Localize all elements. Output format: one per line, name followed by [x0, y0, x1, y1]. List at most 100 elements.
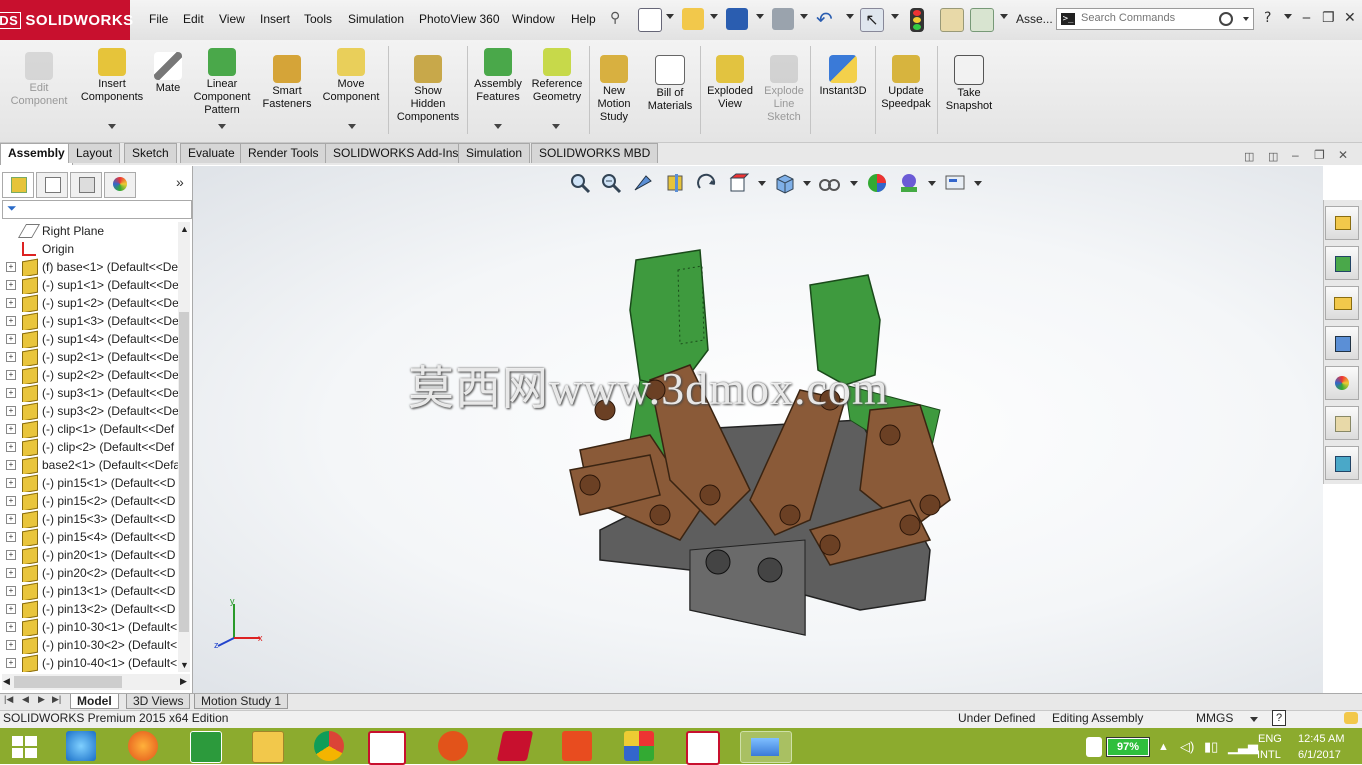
update-speedpak-button[interactable]: Update Speedpak — [878, 55, 934, 111]
expand-plus-icon[interactable]: + — [6, 622, 16, 632]
expand-plus-icon[interactable]: + — [6, 388, 16, 398]
tree-item[interactable]: + base2<1> (Default<<Defa — [0, 456, 180, 474]
explode-line-sketch-button[interactable]: Explode Line Sketch — [760, 55, 808, 124]
tab-layout[interactable]: Layout — [68, 143, 121, 163]
expand-plus-icon[interactable]: + — [6, 658, 16, 668]
menu-edit[interactable]: Edit — [183, 12, 204, 26]
assembly-features-dropdown-arrow[interactable] — [494, 124, 502, 129]
hide-show-items-icon[interactable] — [818, 172, 840, 194]
expand-plus-icon[interactable]: + — [6, 478, 16, 488]
menu-window[interactable]: Window — [512, 12, 555, 26]
view-orientation-dropdown-arrow[interactable] — [758, 181, 766, 186]
expand-plus-icon[interactable]: + — [6, 586, 16, 596]
scroll-down-arrow-icon[interactable]: ▼ — [180, 660, 189, 670]
print-icon[interactable] — [772, 8, 794, 30]
expand-plus-icon[interactable]: + — [6, 406, 16, 416]
tree-item[interactable]: + (-) pin15<4> (Default<<D — [0, 528, 180, 546]
tab-simulation[interactable]: Simulation — [458, 143, 531, 163]
defender-shield-icon[interactable] — [1086, 737, 1102, 757]
expand-plus-icon[interactable]: + — [6, 460, 16, 470]
expand-plus-icon[interactable]: + — [6, 262, 16, 272]
dynamic-annotation-icon[interactable] — [696, 172, 718, 194]
save-dropdown-arrow[interactable] — [756, 14, 764, 19]
solidworks-resources-icon[interactable] — [1325, 206, 1359, 240]
expand-plus-icon[interactable]: + — [6, 370, 16, 380]
expand-plus-icon[interactable]: + — [6, 496, 16, 506]
menu-file[interactable]: File — [149, 12, 168, 26]
clock-date[interactable]: 6/1/2017 — [1298, 749, 1341, 761]
insert-components-dropdown-arrow[interactable] — [108, 124, 116, 129]
office-app-icon[interactable] — [624, 731, 654, 761]
display-style-icon[interactable] — [773, 172, 795, 194]
tab-scroll-first-icon[interactable]: |◀ — [4, 694, 13, 705]
tree-item[interactable]: + (-) sup3<2> (Default<<De — [0, 402, 180, 420]
custom-properties-icon[interactable] — [1325, 406, 1359, 440]
featuremanager-tab[interactable] — [2, 172, 34, 198]
tab-sketch[interactable]: Sketch — [124, 143, 177, 163]
tree-item[interactable]: + (-) sup3<1> (Default<<De — [0, 384, 180, 402]
instant3d-button[interactable]: Instant3D — [814, 55, 872, 98]
new-motion-study-button[interactable]: New Motion Study — [592, 55, 636, 124]
tree-item[interactable]: + (-) sup1<2> (Default<<De — [0, 294, 180, 312]
apply-scene-icon[interactable] — [898, 172, 920, 194]
expand-plus-icon[interactable]: + — [6, 568, 16, 578]
bill-of-materials-button[interactable]: Bill of Materials — [642, 55, 698, 113]
menu-simulation[interactable]: Simulation — [348, 12, 404, 26]
scroll-left-arrow-icon[interactable]: ◀ — [3, 676, 10, 687]
previous-view-icon[interactable] — [632, 172, 654, 194]
tree-item[interactable]: + (-) pin10-40<1> (Default< — [0, 654, 180, 672]
internet-explorer-icon[interactable] — [66, 731, 96, 761]
doc-close-icon[interactable]: ✕ — [1338, 148, 1348, 162]
photos-app-icon[interactable] — [740, 731, 792, 763]
office-lens-icon[interactable] — [562, 731, 592, 761]
options-dropdown-arrow[interactable] — [1000, 14, 1008, 19]
gripper-model[interactable] — [560, 240, 980, 650]
tree-filter-box[interactable]: ⏷ — [2, 200, 192, 219]
tab-evaluate[interactable]: Evaluate — [180, 143, 243, 163]
expand-plus-icon[interactable]: + — [6, 640, 16, 650]
expand-plus-icon[interactable]: + — [6, 604, 16, 614]
language-secondary[interactable]: INTL — [1257, 749, 1281, 761]
tree-item[interactable]: + (-) pin15<2> (Default<<D — [0, 492, 180, 510]
tree-horizontal-scroll-thumb[interactable] — [14, 676, 122, 688]
expand-plus-icon[interactable]: + — [6, 532, 16, 542]
network-icon[interactable]: ▮▯ — [1204, 739, 1218, 755]
menu-insert[interactable]: Insert — [260, 12, 290, 26]
move-component-button[interactable]: Move Component — [318, 48, 384, 104]
tree-item[interactable]: + (-) sup2<1> (Default<<De — [0, 348, 180, 366]
move-component-dropdown-arrow[interactable] — [348, 124, 356, 129]
tab-solidworks-addins[interactable]: SOLIDWORKS Add-Ins — [325, 143, 467, 163]
view-orientation-icon[interactable] — [728, 172, 750, 194]
scroll-right-arrow-icon[interactable]: ▶ — [180, 676, 187, 687]
language-primary[interactable]: ENG — [1258, 733, 1282, 745]
hide-show-dropdown-arrow[interactable] — [850, 181, 858, 186]
tab-scroll-prev-icon[interactable]: ◀ — [22, 694, 29, 705]
firefox-icon[interactable] — [128, 731, 158, 761]
units-selector[interactable]: MMGS — [1196, 711, 1233, 725]
tab-motion-study-1[interactable]: Motion Study 1 — [194, 694, 289, 709]
restore-icon[interactable]: ❐ — [1322, 10, 1335, 26]
book-app-icon[interactable] — [496, 731, 534, 761]
exploded-view-button[interactable]: Exploded View — [703, 55, 757, 111]
rebuild-notification-icon[interactable] — [1344, 712, 1358, 724]
tree-item[interactable]: + (-) sup1<4> (Default<<De — [0, 330, 180, 348]
save-icon[interactable] — [726, 8, 748, 30]
expand-panel-icon[interactable]: » — [176, 174, 184, 190]
design-library-icon[interactable] — [1325, 246, 1359, 280]
tree-item[interactable]: + (-) pin20<2> (Default<<D — [0, 564, 180, 582]
assembly-features-button[interactable]: Assembly Features — [470, 48, 526, 104]
tab-scroll-next-icon[interactable]: ▶ — [38, 694, 45, 705]
displaymanager-tab[interactable] — [104, 172, 136, 198]
minimize-icon[interactable]: ‒ — [1302, 10, 1311, 26]
tree-item[interactable]: + (-) pin13<2> (Default<<D — [0, 600, 180, 618]
tree-item[interactable]: Right Plane — [0, 222, 180, 240]
tree-item[interactable]: + (-) pin15<1> (Default<<D — [0, 474, 180, 492]
tab-solidworks-mbd[interactable]: SOLIDWORKS MBD — [531, 143, 659, 163]
undo-icon[interactable]: ↶ — [816, 8, 838, 30]
rebuild-traffic-light-icon[interactable] — [910, 8, 924, 32]
reference-geometry-dropdown-arrow[interactable] — [552, 124, 560, 129]
search-commands-input[interactable] — [1079, 11, 1233, 25]
new-dropdown-arrow[interactable] — [666, 14, 674, 19]
view-palette-icon[interactable] — [1325, 326, 1359, 360]
file-explorer-icon[interactable] — [1325, 286, 1359, 320]
